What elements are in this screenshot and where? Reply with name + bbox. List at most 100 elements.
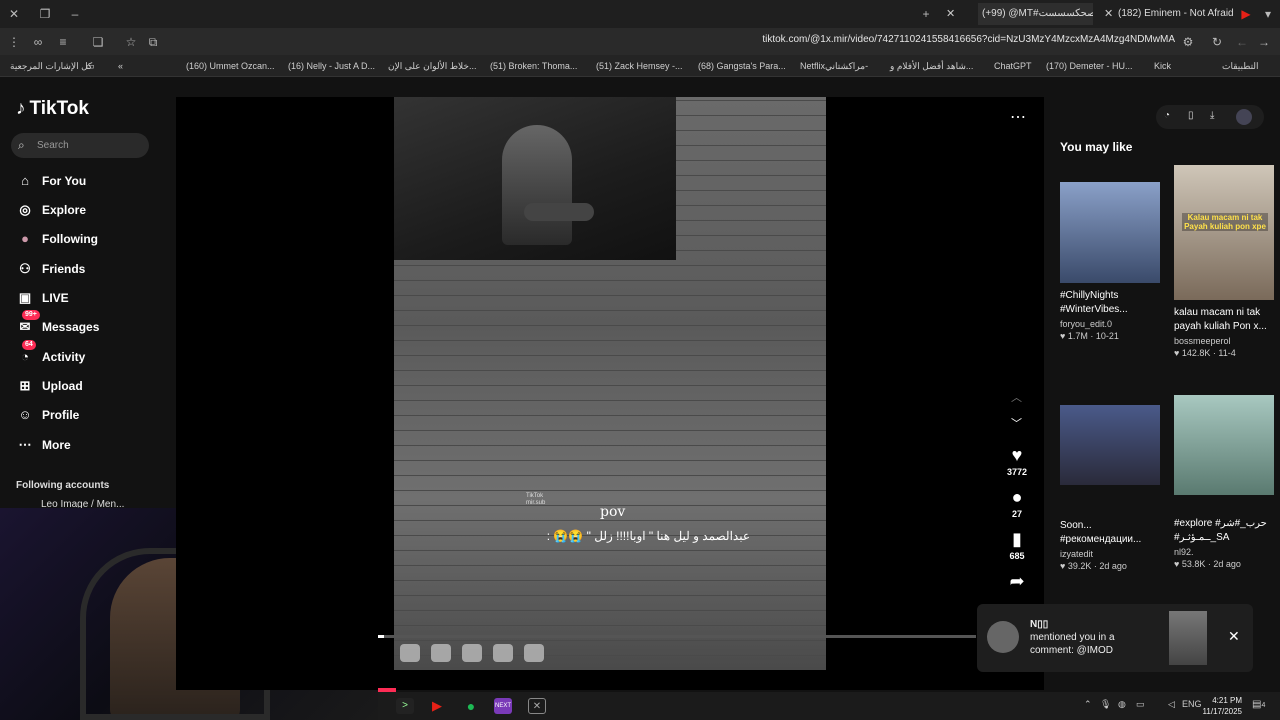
bookmark-item[interactable]: شاهد أفضل الأفلام و...: [890, 59, 973, 73]
sidebar-item-for-you[interactable]: ⌂ For You: [16, 170, 86, 192]
card-thumbnail: [1060, 405, 1160, 485]
scroll-up-icon[interactable]: ︿: [1011, 389, 1022, 405]
search-input[interactable]: ⌕ Search: [11, 133, 149, 158]
wifi-icon[interactable]: ◍: [1118, 699, 1126, 710]
screenshot-icon[interactable]: ⧉: [145, 34, 161, 50]
card-title: #ChillyNights #WinterVibes...: [1060, 290, 1128, 315]
scroll-down-icon[interactable]: ﹀: [1011, 415, 1022, 431]
pip-button[interactable]: [493, 644, 513, 662]
chevron-up-icon[interactable]: ⌃: [1084, 699, 1092, 710]
sidebar-item-messages[interactable]: ✉ 99+ Messages: [16, 310, 99, 338]
nav-label: Activity: [42, 350, 86, 364]
menu-icon[interactable]: ⋮: [6, 34, 22, 50]
battery-icon[interactable]: ▭: [1136, 699, 1145, 710]
bookmark-item[interactable]: Kick: [1154, 59, 1171, 73]
sidebar-icon[interactable]: ❏: [90, 34, 106, 50]
inset-person: [502, 125, 572, 245]
bookmark-item[interactable]: (16) Nelly - Just A D...: [288, 59, 375, 73]
bookmark-icon[interactable]: ▮: [1002, 529, 1032, 549]
sidebar-item-explore[interactable]: ◎ Explore: [16, 199, 86, 221]
comment-icon[interactable]: ●: [1002, 487, 1032, 507]
notif-count: 4: [1261, 702, 1266, 709]
recommendations-panel: ◔ ▯ ⤓ You may like #ChillyNights #Winter…: [1044, 97, 1280, 690]
tab-close-icon[interactable]: ✕: [946, 3, 955, 25]
bookmark-item[interactable]: (51) Zack Hemsey -...: [596, 59, 683, 73]
sidebar-item-friends[interactable]: ⚇ Friends: [16, 258, 85, 280]
extension-icon[interactable]: ∞: [30, 34, 46, 50]
video-controls: [400, 644, 555, 667]
tab-youtube[interactable]: (182) Eminem - Not Afraid (Re: [1118, 3, 1236, 25]
close-icon[interactable]: ✕: [1228, 628, 1240, 645]
bookmark-item[interactable]: (170) Demeter - HU...: [1046, 59, 1133, 73]
notification-center-icon[interactable]: ▤4: [1252, 699, 1265, 710]
reading-list-icon[interactable]: ≡: [55, 34, 71, 50]
bookmark-item[interactable]: التطبيقات: [1222, 59, 1259, 73]
profile-avatar-icon[interactable]: [1236, 109, 1252, 125]
system-clock[interactable]: 4:21 PM 11/17/2025: [1203, 695, 1242, 717]
card-title: Soon... #рекомендации...: [1060, 520, 1142, 545]
play-button[interactable]: [400, 644, 420, 662]
reload-icon[interactable]: ↻: [1209, 34, 1225, 50]
sidebar-item-following[interactable]: ● Following: [16, 228, 98, 250]
recommend-card[interactable]: Soon... #рекомендации... izyatedit ♥ 39.…: [1060, 405, 1160, 571]
back-icon[interactable]: ←: [1234, 34, 1250, 50]
share-icon[interactable]: ➦: [1002, 571, 1032, 591]
nav-label: Profile: [42, 408, 80, 422]
bookmark-item[interactable]: (51) Broken: Thoma...: [490, 59, 577, 73]
sidebar-item-upload[interactable]: ⊞ Upload: [16, 375, 83, 397]
terminal-icon[interactable]: >: [396, 698, 414, 714]
captions-button[interactable]: [462, 644, 482, 662]
like-icon[interactable]: ♥: [1002, 445, 1032, 465]
restore-window-icon[interactable]: ❐: [37, 6, 53, 22]
spotify-icon[interactable]: ●: [462, 698, 480, 714]
clock-date: 11/17/2025: [1202, 707, 1242, 716]
recommend-card[interactable]: #ChillyNights #WinterVibes... foryou_edi…: [1060, 182, 1160, 341]
more-options-icon[interactable]: ⋯: [1010, 107, 1026, 127]
close-window-icon[interactable]: ✕: [6, 6, 22, 22]
bookmark-item[interactable]: Netflixمراكشتاني-: [800, 59, 868, 73]
forward-icon[interactable]: →: [1256, 34, 1272, 50]
tab-tiktok[interactable]: (+99) @MT#صحكسسست: [978, 3, 1093, 25]
following-accounts-heading: Following accounts: [16, 480, 110, 491]
youtube-icon[interactable]: ▶: [428, 698, 446, 714]
volume-icon[interactable]: ◁: [1168, 699, 1175, 710]
download-icon[interactable]: ⤓: [1210, 110, 1214, 121]
recommend-card[interactable]: Kalau macam ni tak Payah kuliah pon xpe …: [1174, 165, 1274, 358]
next-app-icon[interactable]: NEXT: [494, 698, 512, 714]
site-settings-icon[interactable]: ⚙: [1180, 34, 1196, 50]
language-indicator[interactable]: ENG: [1182, 699, 1202, 709]
activity-badge: 64: [22, 340, 36, 350]
tiktok-logo[interactable]: ♪ TikTok: [16, 98, 93, 120]
dropdown-icon[interactable]: ▾: [1260, 6, 1276, 22]
activity-icon[interactable]: ◔: [1164, 110, 1170, 121]
mention-notification[interactable]: N▯▯ mentioned you in a comment: @IMOD ✕: [977, 604, 1253, 672]
bookmark-all[interactable]: كل الإشارات المرجعية: [10, 59, 92, 73]
mic-icon[interactable]: 🎙: [1100, 699, 1111, 710]
video-progress-bar[interactable]: [378, 635, 976, 638]
sidebar-item-live[interactable]: ▣ LIVE: [16, 287, 69, 309]
sidebar-item-profile[interactable]: ☺ Profile: [16, 404, 79, 426]
sidebar-item-more[interactable]: ⋯ More: [16, 434, 71, 456]
card-stats: ♥ 142.8K · 11-4: [1174, 348, 1236, 358]
chevron-left-icon[interactable]: «: [118, 59, 123, 73]
recommend-card[interactable]: #explore #حرب_#شر #ــمـؤثـر_SA nl92. ♥ 5…: [1174, 395, 1274, 569]
bookmark-item[interactable]: خلاط الألوان على الإن...: [388, 59, 477, 73]
card-user: foryou_edit.0: [1060, 319, 1113, 329]
bookmark-item[interactable]: (68) Gangsta's Para...: [698, 59, 786, 73]
taskbar: > ▶ ● NEXT ✕ ⌃ 🎙 ◍ ▭ ◁ ENG 4:21 PM 11/17…: [378, 688, 1280, 720]
minimize-window-icon[interactable]: –: [67, 6, 83, 22]
video-player[interactable]: TikTok mir.sub pov عبدالصمد و ليل هنا " …: [394, 97, 826, 670]
star-icon[interactable]: ☆: [123, 34, 139, 50]
device-icon[interactable]: ▯: [1188, 110, 1194, 121]
url-field[interactable]: tiktok.com/@1x.mir/video/742711024155841…: [762, 34, 1175, 45]
volume-button[interactable]: [431, 644, 451, 662]
fullscreen-button[interactable]: [524, 644, 544, 662]
bookmark-item[interactable]: ChatGPT: [994, 59, 1032, 73]
tab-close-icon[interactable]: ✕: [1104, 3, 1113, 25]
video-feed: TikTok mir.sub pov عبدالصمد و ليل هنا " …: [176, 97, 1044, 690]
sidebar-item-activity[interactable]: ◔ 64 Activity: [16, 340, 86, 368]
bookmark-item[interactable]: (160) Ummet Ozcan...: [186, 59, 275, 73]
window-app-icon[interactable]: ✕: [528, 698, 546, 714]
avatar-icon: ●: [21, 231, 29, 246]
new-tab-icon[interactable]: +: [918, 6, 934, 22]
